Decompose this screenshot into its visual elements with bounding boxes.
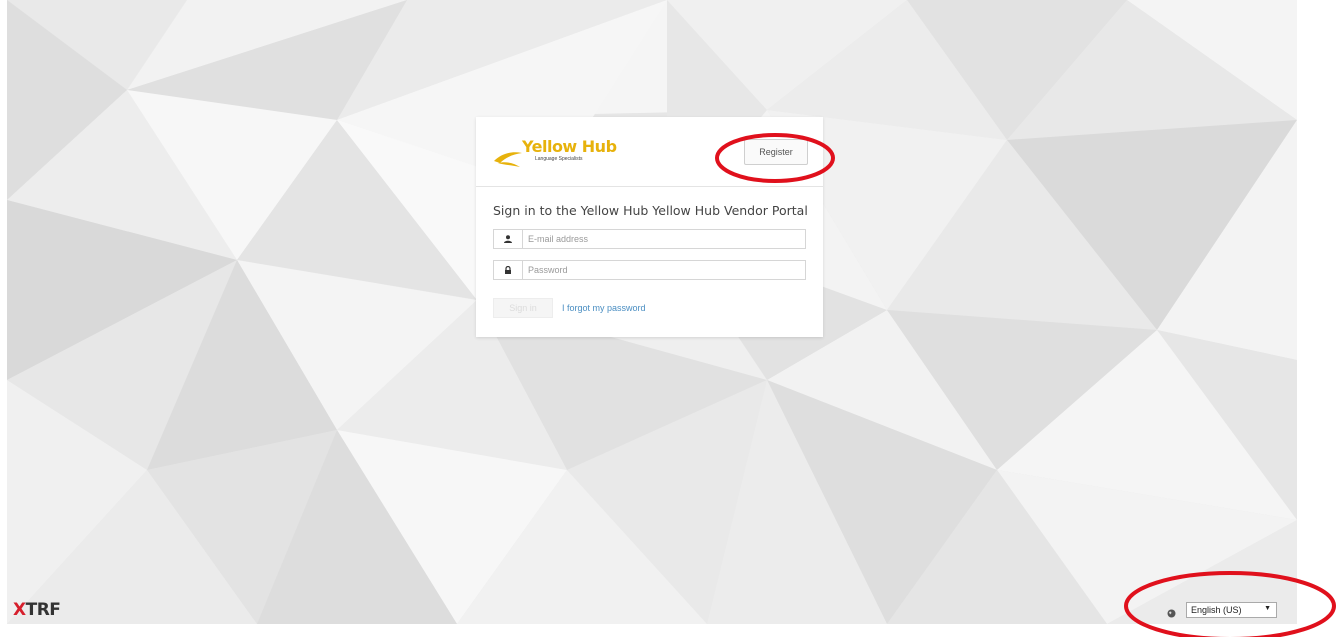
email-field[interactable]	[493, 229, 806, 249]
xtrf-mark: X	[13, 600, 26, 620]
swoosh-icon	[494, 152, 522, 167]
logo-tagline: Language Specialists	[535, 156, 583, 162]
yellow-hub-logo: Yellow Hub Language Specialists	[492, 137, 617, 171]
email-input[interactable]	[528, 232, 798, 246]
password-field[interactable]	[493, 260, 806, 280]
forgot-password-link[interactable]: I forgot my password	[562, 303, 646, 313]
user-icon	[494, 230, 523, 248]
register-annotation-circle	[715, 133, 835, 183]
logo-text: Yellow Hub	[522, 137, 617, 156]
lock-icon	[494, 261, 523, 279]
password-input[interactable]	[528, 263, 798, 277]
signin-button[interactable]: Sign in	[493, 298, 553, 318]
xtrf-logo: XTRF	[13, 600, 61, 620]
signin-title: Sign in to the Yellow Hub Yellow Hub Ven…	[493, 203, 808, 218]
xtrf-text: TRF	[25, 600, 61, 620]
language-annotation-circle	[1124, 571, 1336, 637]
